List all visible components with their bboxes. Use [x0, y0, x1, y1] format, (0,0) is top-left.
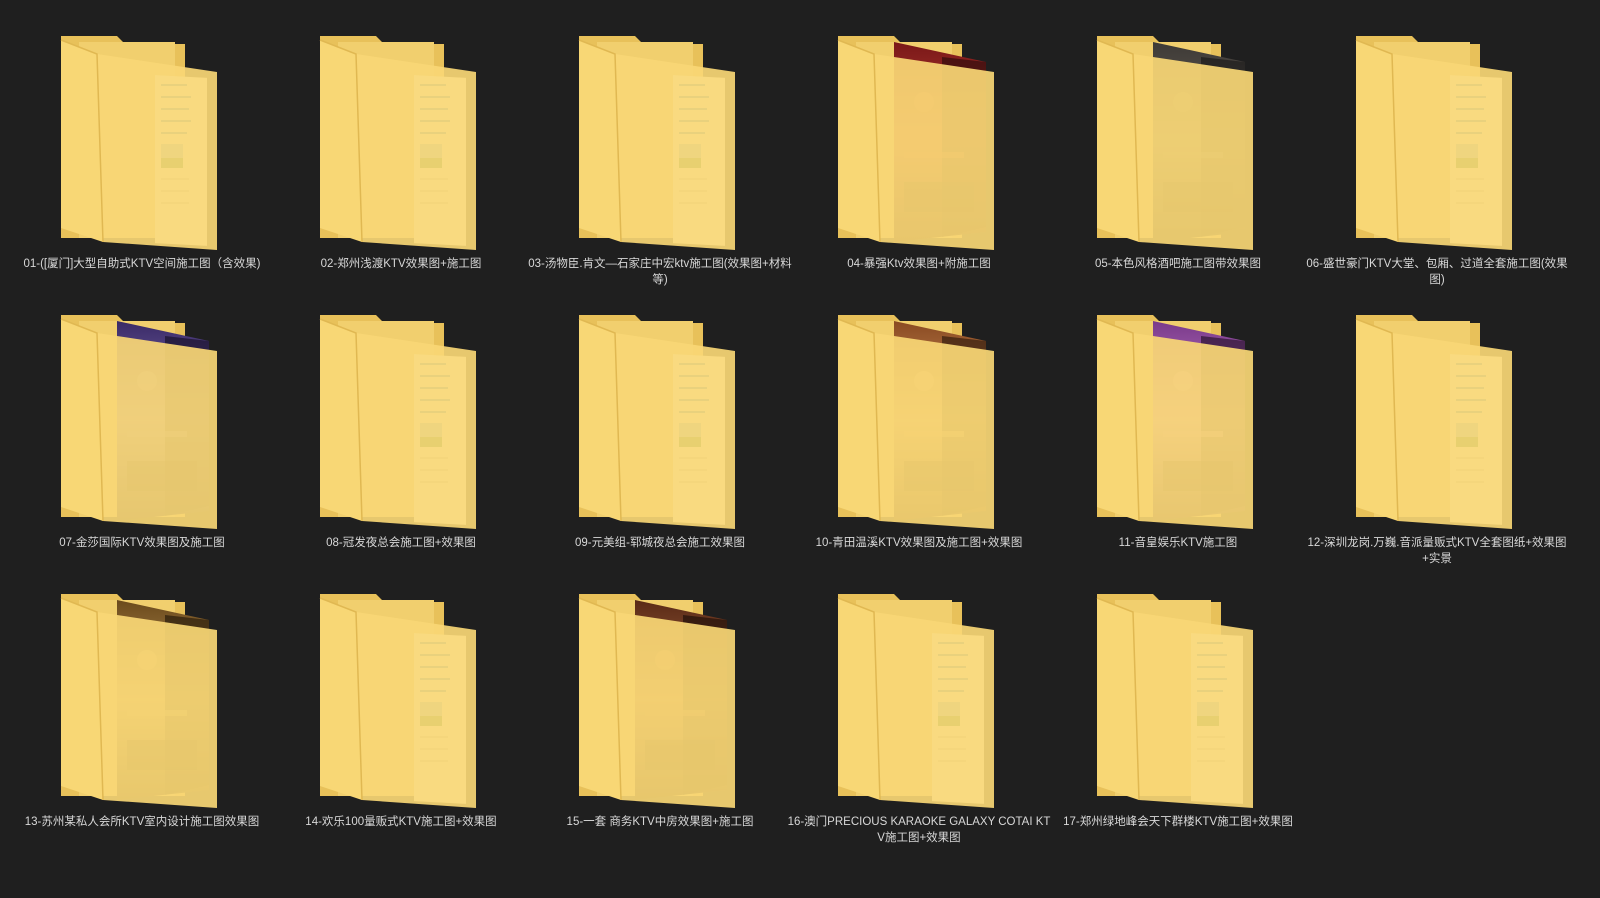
folder-photo-icon[interactable] [834, 311, 1004, 529]
folder-item[interactable]: 12-深圳龙岗.万巍.音派量贩式KTV全套图纸+效果图+实景 [1305, 299, 1569, 569]
folder-name[interactable]: 03-汤物臣.肯文—石家庄中宏ktv施工图(效果图+材料等) [528, 256, 792, 288]
folder-item[interactable]: 09-元美组-郓城夜总会施工效果图 [528, 299, 792, 569]
folder-item[interactable]: 08-冠发夜总会施工图+效果图 [269, 299, 533, 569]
folder-item[interactable]: 10-青田温溪KTV效果图及施工图+效果图 [787, 299, 1051, 569]
folder-photo-icon[interactable] [1093, 32, 1263, 250]
folder-item[interactable]: 06-盛世豪门KTV大堂、包厢、过道全套施工图(效果图) [1305, 20, 1569, 290]
folder-name[interactable]: 02-郑州浅渡KTV效果图+施工图 [269, 256, 533, 272]
folder-grid: 01-([厦门]大型自助式KTV空间施工图（含效果) 02-郑州浅渡KTV效果图… [10, 20, 1590, 890]
folder-photo-icon[interactable] [834, 32, 1004, 250]
folder-item[interactable]: 17-郑州绿地峰会天下群楼KTV施工图+效果图 [1046, 578, 1310, 848]
folder-photo-icon[interactable] [575, 590, 745, 808]
folder-item[interactable]: 03-汤物臣.肯文—石家庄中宏ktv施工图(效果图+材料等) [528, 20, 792, 290]
folder-name[interactable]: 06-盛世豪门KTV大堂、包厢、过道全套施工图(效果图) [1305, 256, 1569, 288]
folder-name[interactable]: 13-苏州某私人会所KTV室内设计施工图效果图 [10, 814, 274, 830]
folder-name[interactable]: 15-一套 商务KTV中房效果图+施工图 [528, 814, 792, 830]
folder-name[interactable]: 14-欢乐100量贩式KTV施工图+效果图 [269, 814, 533, 830]
folder-item[interactable]: 15-一套 商务KTV中房效果图+施工图 [528, 578, 792, 848]
folder-name[interactable]: 16-澳门PRECIOUS KARAOKE GALAXY COTAI KTV施工… [787, 814, 1051, 846]
folder-name[interactable]: 17-郑州绿地峰会天下群楼KTV施工图+效果图 [1046, 814, 1310, 830]
folder-item[interactable]: 01-([厦门]大型自助式KTV空间施工图（含效果) [10, 20, 274, 290]
folder-name[interactable]: 09-元美组-郓城夜总会施工效果图 [528, 535, 792, 551]
folder-document-icon[interactable] [575, 311, 745, 529]
folder-item[interactable]: 13-苏州某私人会所KTV室内设计施工图效果图 [10, 578, 274, 848]
folder-photo-icon[interactable] [57, 590, 227, 808]
folder-photo-icon[interactable] [1093, 311, 1263, 529]
folder-document-icon[interactable] [316, 590, 486, 808]
folder-name[interactable]: 07-金莎国际KTV效果图及施工图 [10, 535, 274, 551]
folder-item[interactable]: 16-澳门PRECIOUS KARAOKE GALAXY COTAI KTV施工… [787, 578, 1051, 848]
folder-name[interactable]: 10-青田温溪KTV效果图及施工图+效果图 [787, 535, 1051, 551]
folder-item[interactable]: 05-本色风格酒吧施工图带效果图 [1046, 20, 1310, 290]
folder-document-icon[interactable] [1352, 32, 1522, 250]
folder-item[interactable]: 14-欢乐100量贩式KTV施工图+效果图 [269, 578, 533, 848]
folder-item[interactable]: 04-暴强Ktv效果图+附施工图 [787, 20, 1051, 290]
folder-name[interactable]: 01-([厦门]大型自助式KTV空间施工图（含效果) [10, 256, 274, 272]
folder-name[interactable]: 04-暴强Ktv效果图+附施工图 [787, 256, 1051, 272]
folder-name[interactable]: 05-本色风格酒吧施工图带效果图 [1046, 256, 1310, 272]
folder-document-icon[interactable] [834, 590, 1004, 808]
folder-name[interactable]: 11-音皇娱乐KTV施工图 [1046, 535, 1310, 551]
folder-document-icon[interactable] [316, 311, 486, 529]
folder-name[interactable]: 12-深圳龙岗.万巍.音派量贩式KTV全套图纸+效果图+实景 [1305, 535, 1569, 567]
folder-name[interactable]: 08-冠发夜总会施工图+效果图 [269, 535, 533, 551]
folder-photo-icon[interactable] [57, 311, 227, 529]
folder-item[interactable]: 11-音皇娱乐KTV施工图 [1046, 299, 1310, 569]
folder-item[interactable]: 02-郑州浅渡KTV效果图+施工图 [269, 20, 533, 290]
folder-document-icon[interactable] [57, 32, 227, 250]
folder-item[interactable]: 07-金莎国际KTV效果图及施工图 [10, 299, 274, 569]
folder-document-icon[interactable] [575, 32, 745, 250]
folder-document-icon[interactable] [1093, 590, 1263, 808]
folder-document-icon[interactable] [316, 32, 486, 250]
folder-document-icon[interactable] [1352, 311, 1522, 529]
